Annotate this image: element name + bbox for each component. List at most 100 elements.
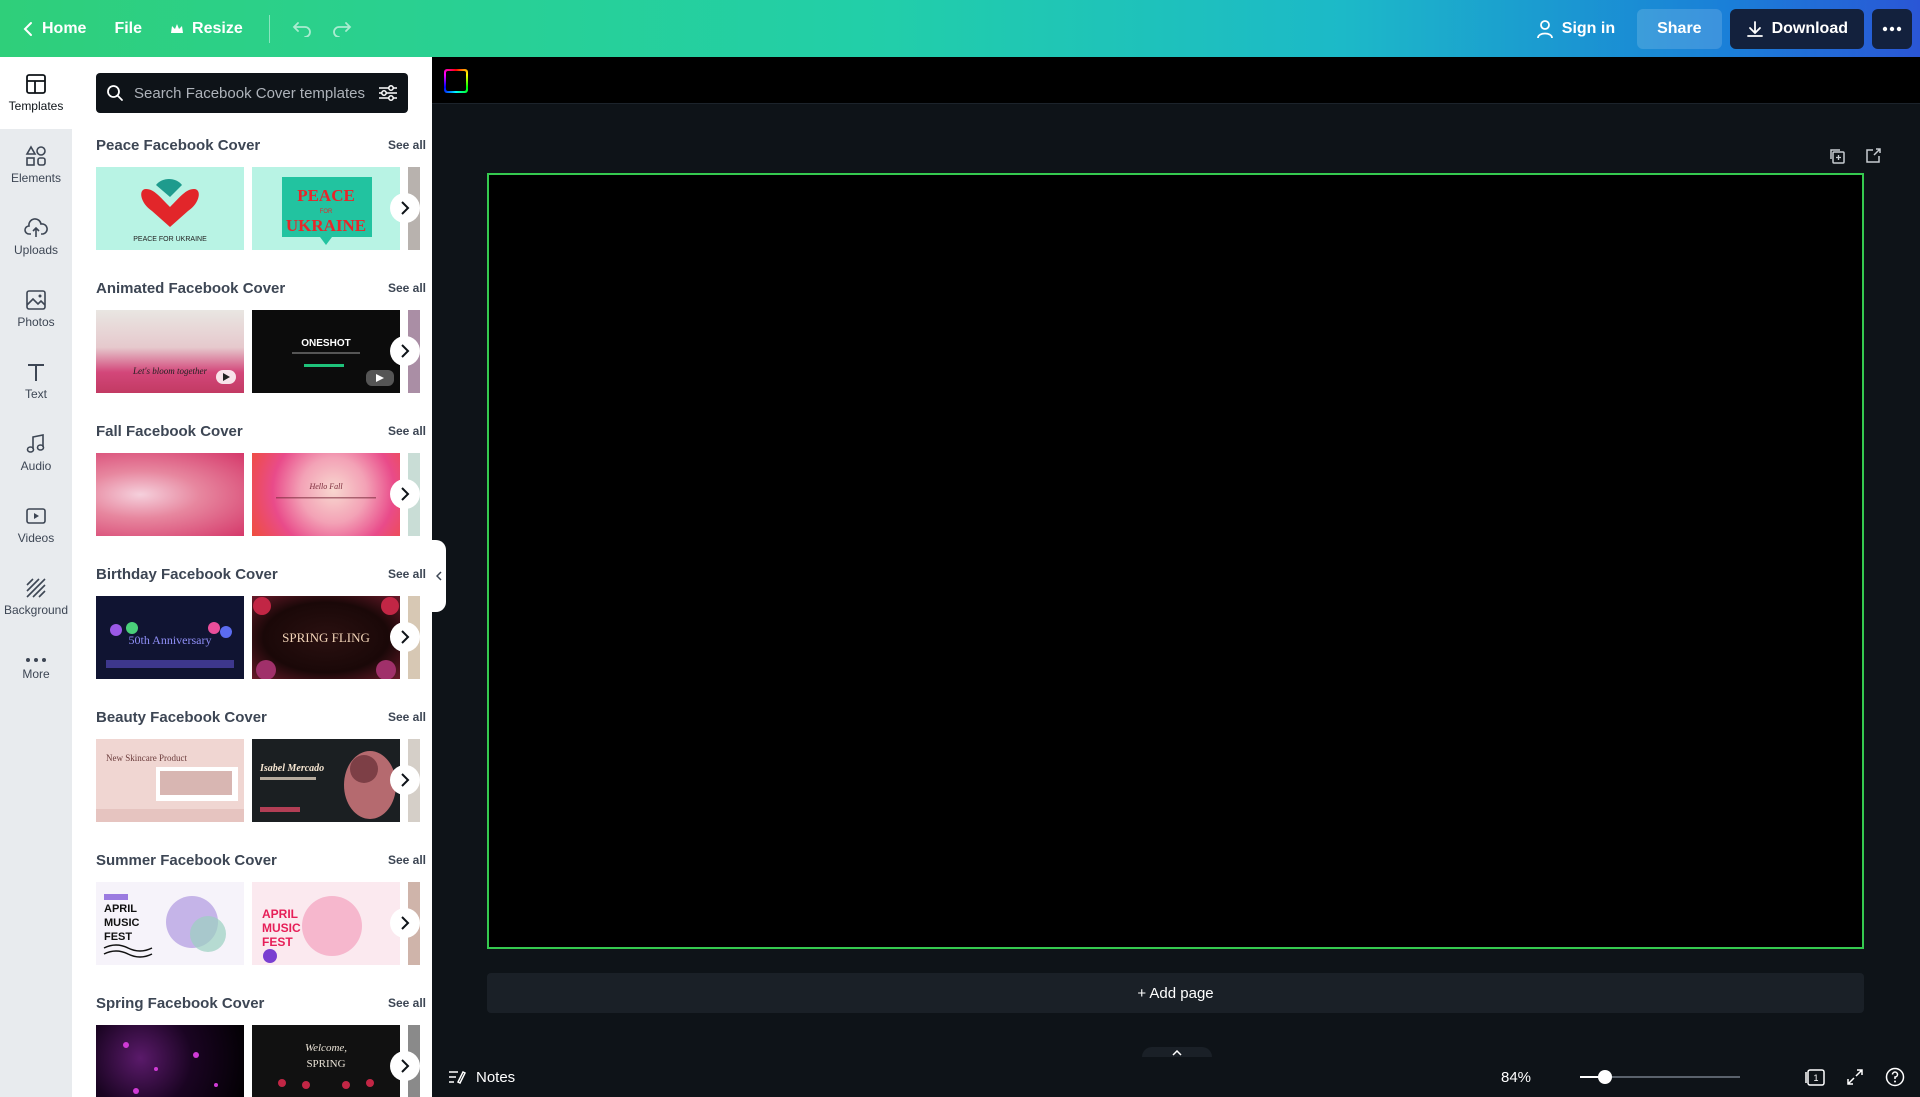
background-icon <box>26 578 46 598</box>
svg-text:APRIL: APRIL <box>262 907 298 921</box>
template-thumbnail[interactable]: SPRING FLING <box>252 596 400 679</box>
template-thumbnail[interactable] <box>96 1025 244 1097</box>
chevron-left-icon <box>23 21 32 36</box>
template-thumbnail[interactable]: 50th Anniversary <box>96 596 244 679</box>
rail-item-text[interactable]: Text <box>0 345 72 417</box>
more-dots-icon <box>26 658 46 662</box>
home-button[interactable]: Home <box>8 9 100 49</box>
svg-text:Welcome,: Welcome, <box>305 1042 347 1054</box>
scroll-right-button[interactable] <box>390 193 420 223</box>
template-thumbnail[interactable]: New Skincare Product <box>96 739 244 822</box>
section-title: Animated Facebook Cover <box>96 279 286 297</box>
download-button[interactable]: Download <box>1729 8 1864 49</box>
template-thumbnail[interactable]: PEACE UKRAINE FOR <box>252 167 400 250</box>
rail-item-elements[interactable]: Elements <box>0 129 72 201</box>
template-thumbnail[interactable]: Hello Fall <box>252 453 400 536</box>
template-thumbnail[interactable]: Let's bloom together <box>96 310 244 393</box>
bottom-right-tools: 1 <box>1802 1063 1908 1091</box>
section-title: Beauty Facebook Cover <box>96 708 267 726</box>
rail-label-background: Background <box>3 603 69 617</box>
duplicate-page-button[interactable] <box>1824 143 1850 169</box>
upload-cloud-icon <box>24 218 48 237</box>
see-all-link[interactable]: See all <box>388 710 432 724</box>
rail-item-more[interactable]: More <box>0 633 72 705</box>
add-page-icon <box>1866 148 1881 163</box>
search-input[interactable] <box>134 84 368 102</box>
help-icon <box>1885 1067 1905 1087</box>
sign-in-button[interactable]: Sign in <box>1522 9 1629 49</box>
redo-button[interactable] <box>322 9 362 49</box>
scroll-right-button[interactable] <box>390 479 420 509</box>
template-thumbnail[interactable]: ONESHOT <box>252 310 400 393</box>
scroll-right-button[interactable] <box>390 908 420 938</box>
help-button[interactable] <box>1882 1063 1908 1091</box>
svg-text:MUSIC: MUSIC <box>104 917 140 929</box>
rail-label-elements: Elements <box>10 171 62 185</box>
context-toolbar <box>432 57 1920 104</box>
file-menu-button[interactable]: File <box>100 9 156 49</box>
thumb-caption: SPRING FLING <box>282 630 370 645</box>
see-all-link[interactable]: See all <box>388 138 432 152</box>
template-thumbnail[interactable]: PEACE FOR UKRAINE <box>96 167 244 250</box>
see-all-link[interactable]: See all <box>388 996 432 1010</box>
template-section-fall: Fall Facebook Cover See all Hello Fall <box>96 419 432 536</box>
thumb-caption: ONESHOT <box>301 338 350 349</box>
undo-button[interactable] <box>282 9 322 49</box>
fullscreen-button[interactable] <box>1842 1063 1868 1091</box>
scroll-right-button[interactable] <box>390 765 420 795</box>
user-icon <box>1536 19 1553 38</box>
rail-item-templates[interactable]: Templates <box>0 57 72 129</box>
more-options-button[interactable] <box>1872 8 1912 49</box>
chevron-right-icon <box>401 344 410 358</box>
rail-item-photos[interactable]: Photos <box>0 273 72 345</box>
editor-area: + Add page <box>432 57 1920 1097</box>
thumb-caption: Let's bloom together <box>132 366 207 376</box>
template-thumbnail[interactable]: APRIL MUSIC FEST <box>252 882 400 965</box>
zoom-level[interactable]: 84% <box>1501 1069 1531 1086</box>
page-count-button[interactable]: 1 <box>1802 1063 1828 1091</box>
see-all-link[interactable]: See all <box>388 281 432 295</box>
search-bar <box>96 73 408 113</box>
filter-icon[interactable] <box>378 84 398 102</box>
template-thumbnail[interactable]: Welcome, SPRING <box>252 1025 400 1097</box>
background-color-picker[interactable] <box>444 69 468 93</box>
thumb-caption: New Skincare Product <box>106 753 187 763</box>
chevron-up-icon <box>1172 1050 1182 1056</box>
scroll-right-button[interactable] <box>390 622 420 652</box>
section-title: Fall Facebook Cover <box>96 422 243 440</box>
notes-button[interactable]: Notes <box>448 1069 515 1086</box>
template-thumbnail[interactable]: APRIL MUSIC FEST <box>96 882 244 965</box>
resize-button[interactable]: Resize <box>156 9 257 49</box>
crown-icon <box>171 23 184 33</box>
see-all-link[interactable]: See all <box>388 853 432 867</box>
design-canvas[interactable] <box>487 173 1864 949</box>
template-section-animated: Animated Facebook Cover See all Let's bl… <box>96 276 432 393</box>
rail-item-uploads[interactable]: Uploads <box>0 201 72 273</box>
zoom-slider-handle[interactable] <box>1598 1070 1612 1084</box>
add-page-button[interactable]: + Add page <box>487 973 1864 1013</box>
rail-item-audio[interactable]: Audio <box>0 417 72 489</box>
fullscreen-icon <box>1847 1069 1863 1085</box>
see-all-link[interactable]: See all <box>388 567 432 581</box>
audio-icon <box>26 434 45 453</box>
thumb-caption: PEACE FOR UKRAINE <box>133 236 207 243</box>
add-page-icon-button[interactable] <box>1860 143 1886 169</box>
rail-label-more: More <box>22 667 50 681</box>
template-thumbnail[interactable] <box>96 453 244 536</box>
scroll-right-button[interactable] <box>390 1051 420 1081</box>
share-button[interactable]: Share <box>1637 8 1722 49</box>
collapse-panel-button[interactable] <box>432 540 446 612</box>
search-icon <box>107 85 123 101</box>
rail-item-background[interactable]: Background <box>0 561 72 633</box>
svg-text:FEST: FEST <box>104 931 132 943</box>
video-icon <box>26 508 46 524</box>
see-all-link[interactable]: See all <box>388 424 432 438</box>
rail-label-uploads: Uploads <box>13 243 59 257</box>
zoom-slider[interactable] <box>1580 1070 1740 1084</box>
rail-label-audio: Audio <box>20 459 52 473</box>
template-thumbnail[interactable]: Isabel Mercado <box>252 739 400 822</box>
download-icon <box>1746 20 1763 37</box>
top-bar: Home File Resize Sign in Share Download <box>0 0 1920 57</box>
rail-item-videos[interactable]: Videos <box>0 489 72 561</box>
scroll-right-button[interactable] <box>390 336 420 366</box>
